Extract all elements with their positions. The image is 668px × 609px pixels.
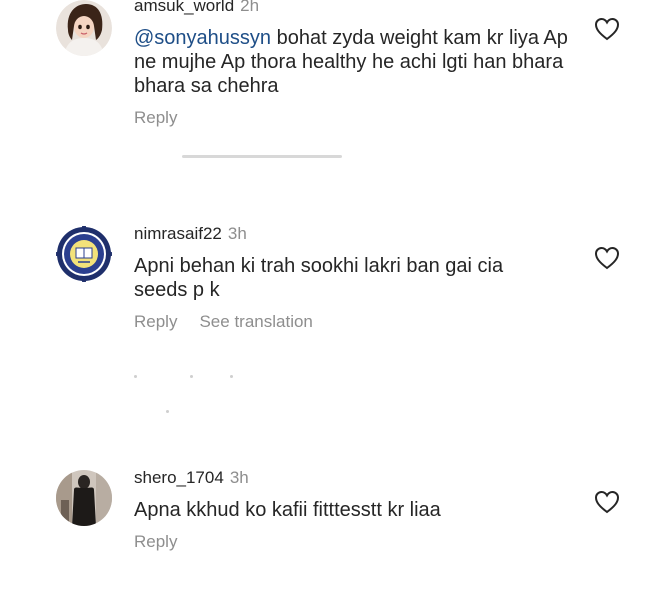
comment-meta: nimrasaif22 3h	[134, 224, 247, 244]
see-translation-button[interactable]: See translation	[199, 312, 312, 331]
comment-body: Apna kkhud ko kafii fitttesstt kr liaa	[134, 499, 441, 521]
username[interactable]: nimrasaif22	[134, 224, 222, 243]
comment-text: @sonyahussyn bohat zyda weight kam kr li…	[134, 26, 574, 98]
cartoon-girl-avatar[interactable]	[56, 0, 112, 56]
heart-outline-icon[interactable]	[594, 490, 620, 514]
comment-text: Apni behan ki trah sookhi lakri ban gai …	[134, 254, 534, 302]
faded-placeholder	[134, 375, 137, 378]
faded-placeholder	[190, 375, 193, 378]
username[interactable]: shero_1704	[134, 468, 224, 487]
comment-actions: Reply	[134, 532, 177, 552]
comment-meta: shero_1704 3h	[134, 468, 249, 488]
reply-button[interactable]: Reply	[134, 532, 177, 551]
comment-meta: amsuk_world 2h	[134, 0, 259, 16]
heart-outline-icon[interactable]	[594, 246, 620, 270]
comment-text: Apna kkhud ko kafii fitttesstt kr liaa	[134, 498, 574, 522]
reply-button[interactable]: Reply	[134, 108, 177, 127]
heart-outline-icon[interactable]	[594, 17, 620, 41]
mention-link[interactable]: @sonyahussyn	[134, 27, 271, 49]
timestamp: 3h	[227, 224, 247, 243]
comments-screen: amsuk_world 2h @sonyahussyn bohat zyda we…	[0, 0, 668, 609]
person-photo-avatar[interactable]	[56, 470, 112, 526]
comment-actions: Reply See translation	[134, 312, 313, 332]
faded-placeholder	[230, 375, 233, 378]
faded-placeholder	[166, 410, 169, 413]
view-more-replies-divider	[182, 155, 342, 158]
reply-button[interactable]: Reply	[134, 312, 177, 331]
school-emblem-avatar[interactable]	[56, 226, 112, 282]
timestamp: 3h	[229, 468, 249, 487]
comment-actions: Reply	[134, 108, 177, 128]
comment-body: Apni behan ki trah sookhi lakri ban gai …	[134, 255, 504, 301]
timestamp: 2h	[240, 0, 260, 15]
username[interactable]: amsuk_world	[134, 0, 234, 15]
